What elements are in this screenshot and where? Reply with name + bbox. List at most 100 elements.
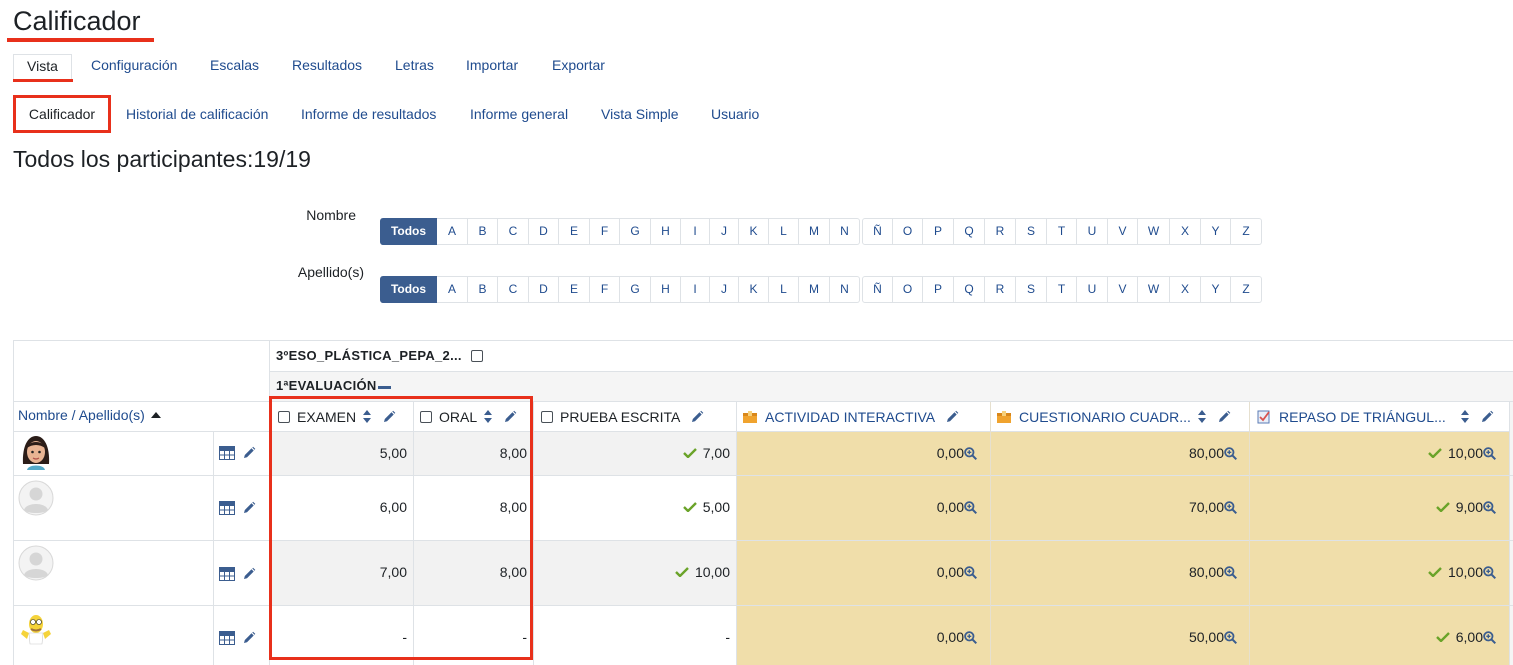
grade-cell[interactable]: 80,00 <box>991 443 1237 463</box>
pencil-icon[interactable] <box>945 410 959 424</box>
last-name-filter-letter-5[interactable]: F <box>590 276 620 303</box>
last-name-filter-letter-11[interactable]: L <box>769 276 799 303</box>
first-name-filter-letter-19[interactable]: S <box>1016 218 1047 245</box>
last-name-filter-letter-24[interactable]: X <box>1170 276 1201 303</box>
first-name-filter-letter-15[interactable]: O <box>893 218 923 245</box>
first-name-filter-letter-17[interactable]: Q <box>954 218 985 245</box>
first-name-filter-letter-21[interactable]: U <box>1077 218 1108 245</box>
collapse-icon[interactable] <box>377 385 391 389</box>
tab-usuario[interactable]: Usuario <box>711 103 759 129</box>
pencil-icon[interactable] <box>242 501 256 515</box>
last-name-filter-letter-3[interactable]: D <box>529 276 559 303</box>
grade-table-icon[interactable] <box>219 567 235 581</box>
zoom-in-icon[interactable] <box>1483 630 1496 644</box>
pencil-icon[interactable] <box>382 410 396 424</box>
grade-cell[interactable]: 5,00 <box>270 443 407 463</box>
tab-vista-simple[interactable]: Vista Simple <box>601 103 679 129</box>
grade-cell[interactable]: 8,00 <box>414 562 527 582</box>
last-name-filter-letter-14[interactable]: Ñ <box>862 276 893 303</box>
first-name-filter-letter-24[interactable]: X <box>1170 218 1201 245</box>
col-label-prueba[interactable]: PRUEBA ESCRITA <box>560 409 680 425</box>
pencil-icon[interactable] <box>242 567 256 581</box>
first-name-filter-letter-16[interactable]: P <box>923 218 954 245</box>
grade-cell[interactable]: 6,00 <box>1250 627 1496 647</box>
grade-cell[interactable]: 7,00 <box>270 562 407 582</box>
first-name-filter-letter-7[interactable]: H <box>651 218 681 245</box>
last-name-filter-letter-19[interactable]: S <box>1016 276 1047 303</box>
grade-cell[interactable]: 70,00 <box>991 497 1237 517</box>
first-name-filter-letter-25[interactable]: Y <box>1201 218 1231 245</box>
sort-icon[interactable] <box>483 410 493 424</box>
first-name-filter-letter-23[interactable]: W <box>1138 218 1170 245</box>
grade-table-icon[interactable] <box>219 446 235 460</box>
last-name-filter-letter-12[interactable]: M <box>799 276 830 303</box>
tab-importar[interactable]: Importar <box>466 54 518 80</box>
grade-cell[interactable]: 6,00 <box>270 497 407 517</box>
last-name-filter-letter-20[interactable]: T <box>1047 276 1077 303</box>
checkbox-icon[interactable] <box>420 411 432 423</box>
tab-escalas[interactable]: Escalas <box>210 54 259 80</box>
first-name-filter-letter-26[interactable]: Z <box>1231 218 1262 245</box>
col-label-oral[interactable]: ORAL <box>439 409 477 425</box>
first-name-filter-letter-0[interactable]: A <box>437 218 468 245</box>
col-label-cuestionario[interactable]: CUESTIONARIO CUADR... <box>1019 409 1191 425</box>
first-name-filter-letter-9[interactable]: J <box>710 218 739 245</box>
grade-cell[interactable]: 8,00 <box>414 443 527 463</box>
last-name-filter-letter-21[interactable]: U <box>1077 276 1108 303</box>
last-name-filter-letter-13[interactable]: N <box>830 276 860 303</box>
pencil-icon[interactable] <box>242 446 256 460</box>
grade-cell[interactable]: 0,00 <box>737 497 977 517</box>
tab-informe-general[interactable]: Informe general <box>470 103 568 129</box>
sort-icon[interactable] <box>1460 410 1470 424</box>
first-name-filter-letter-22[interactable]: V <box>1108 218 1138 245</box>
first-name-filter-letter-10[interactable]: K <box>739 218 769 245</box>
pencil-icon[interactable] <box>242 631 256 645</box>
zoom-in-icon[interactable] <box>1483 565 1496 579</box>
tab-historial[interactable]: Historial de calificación <box>126 103 268 129</box>
tab-vista[interactable]: Vista <box>13 54 72 80</box>
pencil-icon[interactable] <box>1217 410 1231 424</box>
checkbox-icon[interactable] <box>470 349 483 362</box>
tab-exportar[interactable]: Exportar <box>552 54 605 80</box>
grade-cell[interactable]: 80,00 <box>991 562 1237 582</box>
first-name-filter-letter-12[interactable]: M <box>799 218 830 245</box>
grade-cell[interactable]: 8,00 <box>414 497 527 517</box>
last-name-filter-all-button[interactable]: Todos <box>380 276 437 303</box>
grade-cell[interactable]: 0,00 <box>737 443 977 463</box>
name-column-label[interactable]: Nombre / Apellido(s) <box>18 407 145 423</box>
col-label-repaso[interactable]: REPASO DE TRIÁNGUL... <box>1279 409 1446 425</box>
last-name-filter-letter-7[interactable]: H <box>651 276 681 303</box>
last-name-filter-letter-6[interactable]: G <box>620 276 651 303</box>
last-name-filter-letter-4[interactable]: E <box>559 276 590 303</box>
grade-cell[interactable]: 50,00 <box>991 627 1237 647</box>
first-name-filter-letter-3[interactable]: D <box>529 218 559 245</box>
sort-icon[interactable] <box>1197 410 1207 424</box>
name-column-header[interactable]: Nombre / Apellido(s) <box>18 407 161 423</box>
first-name-filter-letter-6[interactable]: G <box>620 218 651 245</box>
last-name-filter-letter-18[interactable]: R <box>985 276 1016 303</box>
grade-cell[interactable]: - <box>414 627 527 647</box>
last-name-filter-letter-26[interactable]: Z <box>1231 276 1262 303</box>
tab-configuracion[interactable]: Configuración <box>91 54 177 80</box>
zoom-in-icon[interactable] <box>1483 500 1496 514</box>
first-name-filter-letter-13[interactable]: N <box>830 218 860 245</box>
grade-cell[interactable]: 10,00 <box>1250 443 1496 463</box>
first-name-filter-letter-2[interactable]: C <box>498 218 529 245</box>
zoom-in-icon[interactable] <box>1224 565 1237 579</box>
tab-letras[interactable]: Letras <box>395 54 434 80</box>
grade-table-icon[interactable] <box>219 631 235 645</box>
first-name-filter-letter-20[interactable]: T <box>1047 218 1077 245</box>
col-label-examen[interactable]: EXAMEN <box>297 409 356 425</box>
tab-informe-resultados[interactable]: Informe de resultados <box>301 103 436 129</box>
zoom-in-icon[interactable] <box>1224 500 1237 514</box>
first-name-filter-letter-8[interactable]: I <box>681 218 710 245</box>
first-name-filter-all-button[interactable]: Todos <box>380 218 437 245</box>
first-name-filter-letter-1[interactable]: B <box>468 218 498 245</box>
zoom-in-icon[interactable] <box>964 500 977 514</box>
grade-cell[interactable]: 0,00 <box>737 627 977 647</box>
checkbox-icon[interactable] <box>541 411 553 423</box>
grade-cell[interactable]: - <box>534 627 730 647</box>
last-name-filter-letter-9[interactable]: J <box>710 276 739 303</box>
last-name-filter-letter-16[interactable]: P <box>923 276 954 303</box>
checkbox-icon[interactable] <box>278 411 290 423</box>
